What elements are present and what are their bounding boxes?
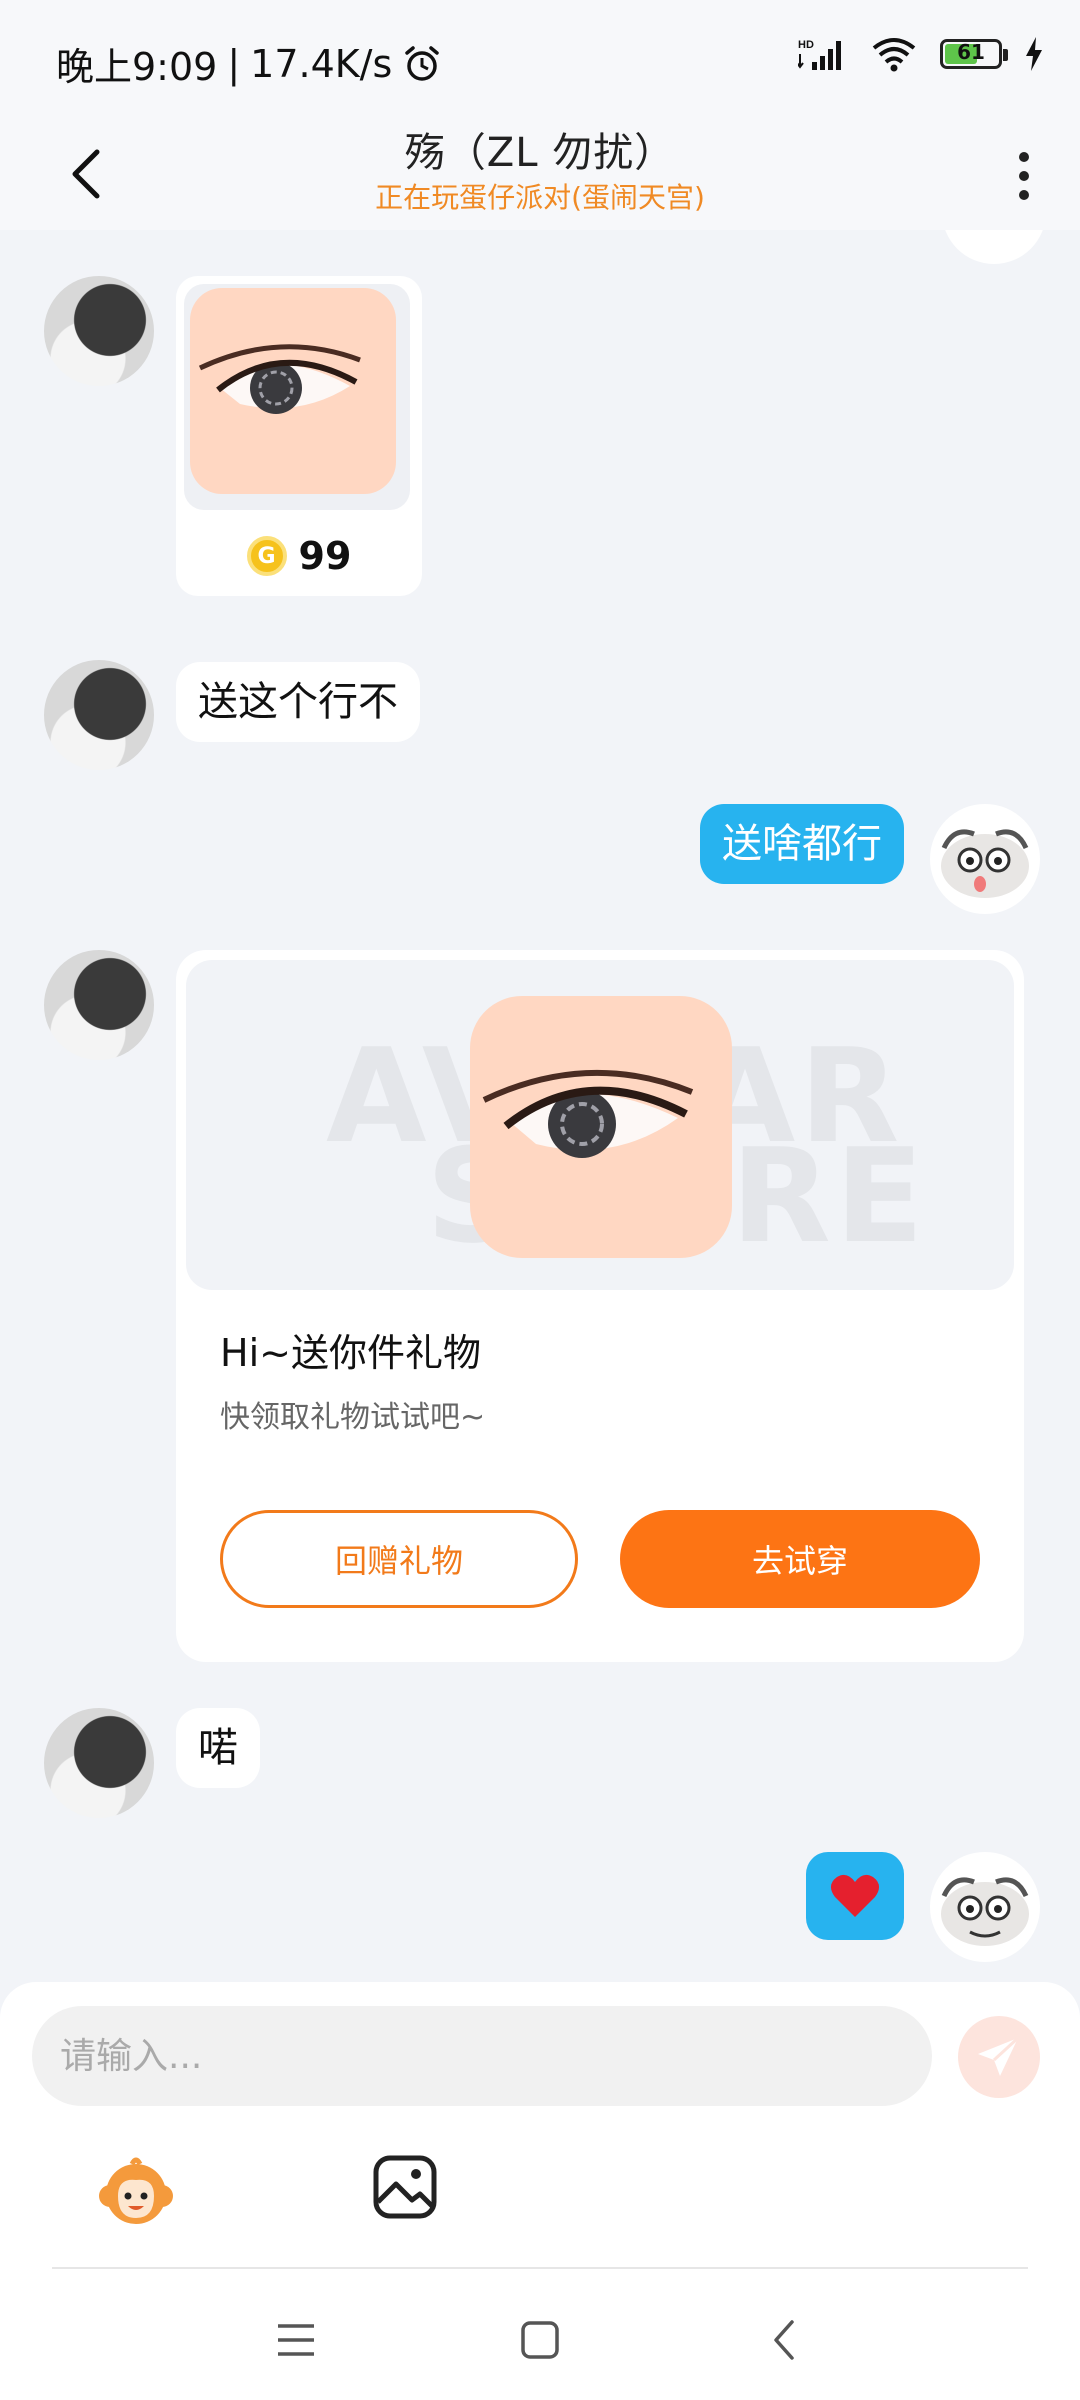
divider: [52, 2267, 1028, 2269]
gift-item-image: [470, 996, 732, 1258]
status-bar: 晚上9:09 | 17.4K/s HD 61: [0, 0, 1080, 118]
heart-icon: [830, 1874, 880, 1917]
send-button[interactable]: [958, 2016, 1040, 2098]
contact-status: 正在玩蛋仔派对(蛋闹天宫): [375, 181, 705, 214]
emoji-button[interactable]: [96, 2152, 176, 2232]
gift-preview: AVATAR STORE: [186, 960, 1014, 1290]
dot-icon: [1019, 152, 1029, 162]
dot-icon: [1019, 190, 1029, 200]
net-speed: 17.4K/s: [250, 41, 393, 86]
return-gift-button[interactable]: 回赠礼物: [220, 1510, 578, 1608]
message-input-wrapper[interactable]: [32, 2006, 932, 2106]
status-left: 晚上9:09 | 17.4K/s: [56, 36, 442, 91]
message-bubble-outgoing[interactable]: 送啥都行: [700, 804, 904, 884]
more-options-button[interactable]: [1004, 136, 1044, 216]
message-bubble-outgoing[interactable]: [806, 1852, 904, 1940]
dot-icon: [1019, 171, 1029, 181]
hd-signal-icon: HD: [798, 39, 841, 70]
input-panel: [0, 1982, 1080, 2272]
price-value: 99: [298, 534, 352, 578]
avatar-self[interactable]: [930, 1852, 1040, 1962]
avatar-contact[interactable]: [44, 276, 154, 386]
nav-home-button[interactable]: [510, 2310, 570, 2370]
chat-header: 殇（ZL 勿扰） 正在玩蛋仔派对(蛋闹天宫): [0, 118, 1080, 230]
coin-icon: G: [246, 536, 287, 576]
avatar-cat-illustration: [941, 1877, 1029, 1946]
system-nav-bar: [0, 2270, 1080, 2400]
item-price: G 99: [176, 534, 422, 578]
nav-back-button[interactable]: [754, 2310, 814, 2370]
try-on-button[interactable]: 去试穿: [620, 1510, 980, 1608]
home-square-icon: [521, 2321, 559, 2359]
monkey-icon: [99, 2157, 173, 2224]
avatar-contact[interactable]: [44, 950, 154, 1060]
image-icon: [373, 2155, 437, 2219]
gift-card[interactable]: AVATAR STORE Hi~送你件礼物 快领取礼物试试吧~ 回赠礼物 去试穿: [176, 950, 1024, 1662]
chevron-left-icon: [774, 2320, 794, 2360]
item-card[interactable]: G 99: [176, 276, 422, 596]
send-icon: [978, 2036, 1020, 2076]
battery-level: 61: [957, 40, 985, 64]
image-button[interactable]: [370, 2152, 440, 2222]
eye-icon: [482, 1069, 694, 1158]
avatar-self-partial: [942, 230, 1046, 264]
eye-icon: [198, 344, 361, 414]
wifi-icon: [872, 38, 916, 72]
gift-title: Hi~送你件礼物: [220, 1331, 481, 1375]
nav-menu-button[interactable]: [266, 2310, 326, 2370]
status-time: 晚上9:09: [56, 45, 218, 89]
avatar-self[interactable]: [930, 804, 1040, 914]
avatar-contact[interactable]: [44, 660, 154, 770]
battery-icon: 61: [940, 39, 1008, 69]
menu-icon: [278, 2324, 314, 2356]
avatar-contact[interactable]: [44, 1708, 154, 1818]
charging-icon: [1026, 37, 1042, 71]
gift-subtitle: 快领取礼物试试吧~: [220, 1400, 486, 1435]
message-input[interactable]: [32, 2006, 932, 2106]
contact-name: 殇（ZL 勿扰）: [404, 130, 676, 176]
item-thumbnail: [184, 284, 410, 510]
status-right: HD 61: [798, 36, 1044, 72]
message-bubble-incoming[interactable]: 喏: [176, 1708, 260, 1788]
message-bubble-incoming[interactable]: 送这个行不: [176, 662, 420, 742]
chat-area[interactable]: G 99 送这个行不 送啥都行 AVATAR STORE: [0, 230, 1080, 1982]
avatar-cat-illustration: [941, 829, 1029, 898]
svg-text:HD: HD: [798, 39, 814, 51]
status-separator: |: [227, 41, 241, 86]
alarm-icon: [405, 45, 440, 81]
